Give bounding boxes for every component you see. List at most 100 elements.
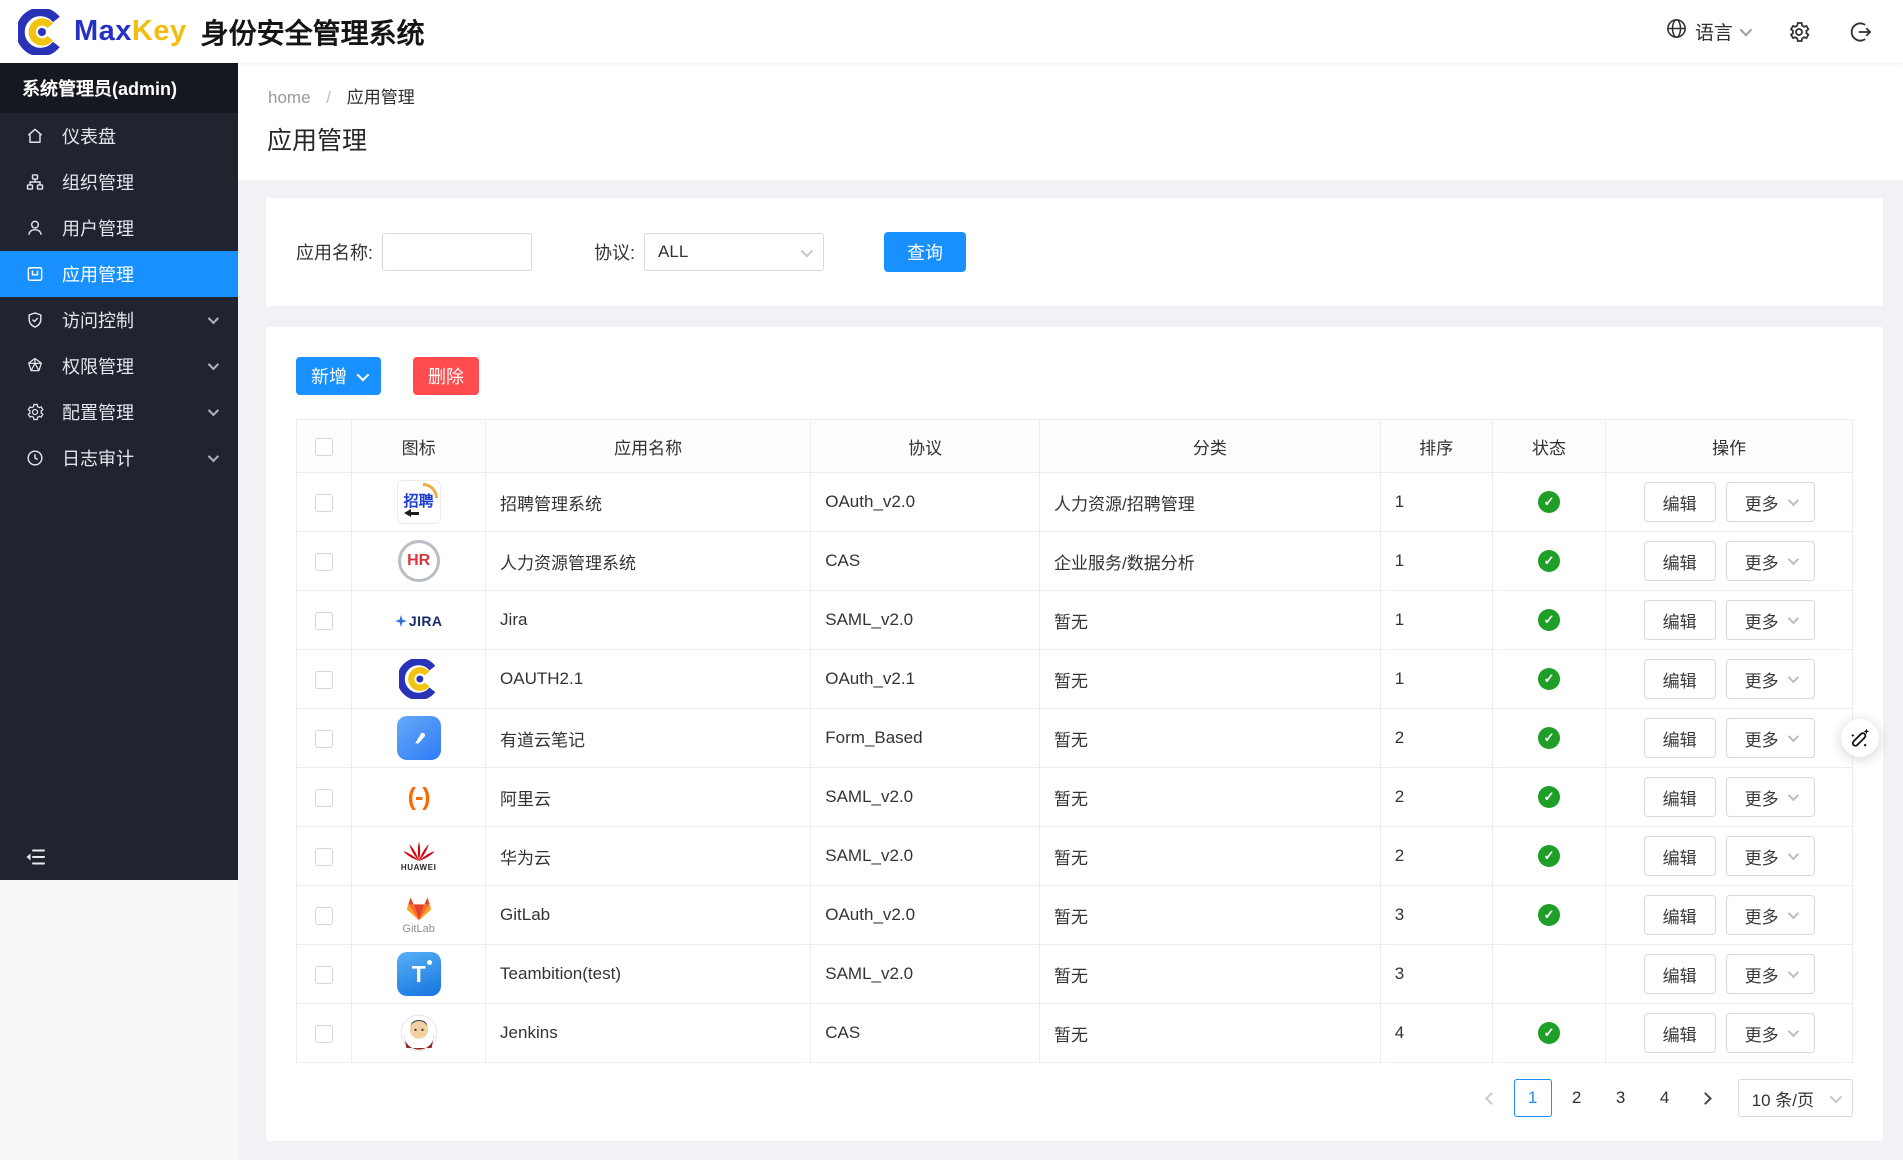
app-icon-maxkey xyxy=(399,668,439,687)
app-icon-aliyun: (-) xyxy=(408,786,430,805)
sidebar-item-permissions[interactable]: 权限管理 xyxy=(0,343,238,389)
column-header: 分类 xyxy=(1039,420,1380,473)
pagination-page-3[interactable]: 3 xyxy=(1602,1079,1640,1117)
status-cell: ✓ xyxy=(1492,532,1606,591)
status-active-icon: ✓ xyxy=(1538,727,1560,749)
chevron-down-icon xyxy=(208,359,219,370)
more-button[interactable]: 更多 xyxy=(1726,600,1815,640)
sidebar-collapse-button[interactable] xyxy=(20,842,50,872)
more-button[interactable]: 更多 xyxy=(1726,541,1815,581)
edit-button[interactable]: 编辑 xyxy=(1644,541,1716,581)
edit-button[interactable]: 编辑 xyxy=(1644,777,1716,817)
more-button[interactable]: 更多 xyxy=(1726,895,1815,935)
language-switcher[interactable]: 语言 xyxy=(1665,17,1749,46)
chevron-down-icon xyxy=(1787,613,1798,624)
category-cell: 人力资源/招聘管理 xyxy=(1039,473,1380,532)
protocol-cell: OAuth_v2.1 xyxy=(811,650,1040,709)
edit-button[interactable]: 编辑 xyxy=(1644,895,1716,935)
app-name-cell: Teambition(test) xyxy=(486,945,811,1004)
logout-button[interactable] xyxy=(1849,20,1873,44)
sidebar-item-config[interactable]: 配置管理 xyxy=(0,389,238,435)
brand: Max Key xyxy=(74,15,187,48)
page-size-select[interactable]: 10 条/页 xyxy=(1738,1079,1853,1117)
chevron-down-icon xyxy=(801,244,814,257)
table-toolbar: 新增 删除 xyxy=(296,357,1853,395)
select-all-checkbox[interactable] xyxy=(315,438,333,456)
status-active-icon: ✓ xyxy=(1538,786,1560,808)
column-header: 排序 xyxy=(1380,420,1492,473)
more-button[interactable]: 更多 xyxy=(1726,718,1815,758)
pagination-page-1[interactable]: 1 xyxy=(1514,1079,1552,1117)
settings-button[interactable] xyxy=(1787,20,1811,44)
status-cell: ✓ xyxy=(1492,650,1606,709)
pagination-next-button[interactable] xyxy=(1690,1079,1722,1117)
row-checkbox[interactable] xyxy=(315,494,333,512)
add-button[interactable]: 新增 xyxy=(296,357,381,395)
app-icon-jenkins xyxy=(400,1022,438,1041)
app-icon-huawei: HUAWEI xyxy=(401,845,437,864)
chevron-down-icon xyxy=(208,313,219,324)
edit-button[interactable]: 编辑 xyxy=(1644,482,1716,522)
row-checkbox[interactable] xyxy=(315,1025,333,1043)
pagination-page-2[interactable]: 2 xyxy=(1558,1079,1596,1117)
edit-button[interactable]: 编辑 xyxy=(1644,1013,1716,1053)
chevron-down-icon xyxy=(1787,1026,1798,1037)
table-row: 有道云笔记Form_Based暂无2✓编辑更多 xyxy=(297,709,1853,768)
edit-button[interactable]: 编辑 xyxy=(1644,600,1716,640)
app-name-cell: Jenkins xyxy=(486,1004,811,1063)
sort-cell: 1 xyxy=(1380,473,1492,532)
delete-button[interactable]: 删除 xyxy=(413,357,479,395)
chevron-right-icon xyxy=(1699,1092,1712,1105)
protocol-cell: CAS xyxy=(811,1004,1040,1063)
more-button[interactable]: 更多 xyxy=(1726,482,1815,522)
select-all-header xyxy=(297,420,352,473)
row-checkbox[interactable] xyxy=(315,730,333,748)
more-button-label: 更多 xyxy=(1745,490,1779,515)
breadcrumb-current: 应用管理 xyxy=(347,88,415,107)
more-button[interactable]: 更多 xyxy=(1726,659,1815,699)
protocol-cell: CAS xyxy=(811,532,1040,591)
search-button[interactable]: 查询 xyxy=(884,232,966,272)
breadcrumb-home[interactable]: home xyxy=(268,88,311,107)
edit-button[interactable]: 编辑 xyxy=(1644,954,1716,994)
edit-button[interactable]: 编辑 xyxy=(1644,659,1716,699)
more-button[interactable]: 更多 xyxy=(1726,954,1815,994)
protocol-select[interactable]: ALL xyxy=(644,233,824,271)
more-button[interactable]: 更多 xyxy=(1726,777,1815,817)
status-active-icon: ✓ xyxy=(1538,491,1560,513)
sidebar-item-access[interactable]: 访问控制 xyxy=(0,297,238,343)
edit-button[interactable]: 编辑 xyxy=(1644,836,1716,876)
row-checkbox[interactable] xyxy=(315,671,333,689)
row-checkbox[interactable] xyxy=(315,848,333,866)
row-checkbox[interactable] xyxy=(315,789,333,807)
sort-cell: 3 xyxy=(1380,886,1492,945)
row-checkbox[interactable] xyxy=(315,966,333,984)
pagination-page-4[interactable]: 4 xyxy=(1646,1079,1684,1117)
gear-icon xyxy=(1787,20,1811,44)
sidebar-item-users[interactable]: 用户管理 xyxy=(0,205,238,251)
sidebar-item-org[interactable]: 组织管理 xyxy=(0,159,238,205)
row-checkbox[interactable] xyxy=(315,553,333,571)
protocol-cell: SAML_v2.0 xyxy=(811,827,1040,886)
sidebar-item-audit[interactable]: 日志审计 xyxy=(0,435,238,481)
table-row: (-)阿里云SAML_v2.0暂无2✓编辑更多 xyxy=(297,768,1853,827)
gear-icon xyxy=(24,402,46,422)
sidebar-item-dashboard[interactable]: 仪表盘 xyxy=(0,113,238,159)
more-button[interactable]: 更多 xyxy=(1726,1013,1815,1053)
edit-button[interactable]: 编辑 xyxy=(1644,718,1716,758)
pagination-prev-button[interactable] xyxy=(1476,1079,1508,1117)
row-checkbox[interactable] xyxy=(315,612,333,630)
row-checkbox[interactable] xyxy=(315,907,333,925)
table-row: 招聘招聘管理系统OAuth_v2.0人力资源/招聘管理1✓编辑更多 xyxy=(297,473,1853,532)
table-header-row: 图标应用名称协议分类排序状态操作 xyxy=(297,420,1853,473)
pagination: 1234 10 条/页 xyxy=(296,1079,1853,1117)
page-size-value: 10 条/页 xyxy=(1752,1086,1814,1111)
category-cell: 暂无 xyxy=(1039,768,1380,827)
more-button[interactable]: 更多 xyxy=(1726,836,1815,876)
column-header: 图标 xyxy=(352,420,486,473)
theme-wand-button[interactable] xyxy=(1841,719,1879,757)
sidebar-item-apps[interactable]: 应用管理 xyxy=(0,251,238,297)
app-name-input[interactable] xyxy=(382,233,532,271)
chevron-down-icon xyxy=(1787,731,1798,742)
column-header: 协议 xyxy=(811,420,1040,473)
